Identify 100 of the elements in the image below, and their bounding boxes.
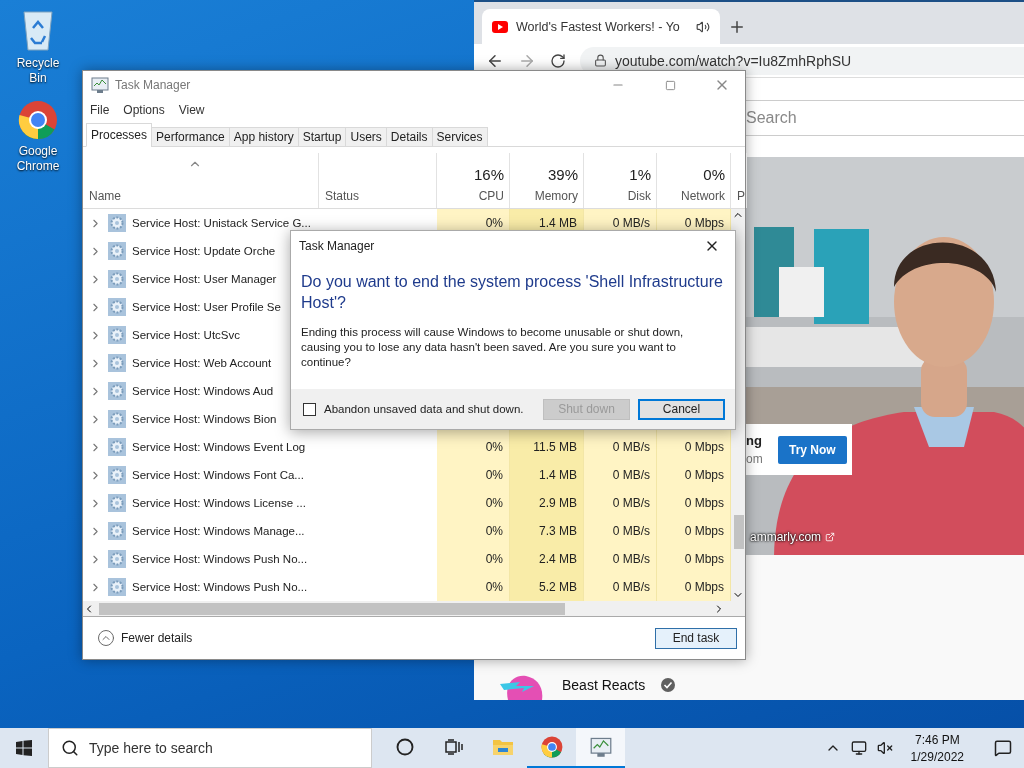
- gear-icon: [108, 522, 126, 540]
- table-cell: 0%: [437, 573, 510, 601]
- taskbar-search-field[interactable]: Type here to search: [48, 728, 372, 768]
- process-name: Service Host: Unistack Service G...: [132, 217, 311, 229]
- ad-subtitle: om: [746, 452, 764, 467]
- process-name: Service Host: Windows Push No...: [132, 553, 308, 565]
- process-name: Service Host: Windows Event Log: [132, 441, 306, 453]
- table-cell: 0 MB/s: [584, 461, 657, 489]
- process-name: Service Host: Windows License ...: [132, 497, 306, 509]
- end-task-button[interactable]: End task: [655, 627, 737, 649]
- gear-icon: [108, 410, 126, 428]
- process-name: Service Host: UtcSvc: [132, 329, 240, 341]
- table-cell: 0%: [437, 461, 510, 489]
- desktop-icon-label[interactable]: Google Chrome: [8, 144, 68, 174]
- try-now-button[interactable]: Try Now: [778, 435, 847, 464]
- checkbox-label[interactable]: Abandon unsaved data and shut down.: [324, 403, 535, 415]
- column-header[interactable]: 1% Disk: [584, 153, 657, 208]
- table-cell: 0 Mbps: [657, 461, 731, 489]
- table-cell: 0 MB/s: [584, 489, 657, 517]
- network-icon[interactable]: [850, 740, 867, 756]
- checkbox[interactable]: [303, 402, 316, 416]
- fewer-details-button[interactable]: Fewer details: [91, 628, 199, 648]
- speaker-icon[interactable]: [696, 19, 710, 34]
- youtube-icon: [492, 20, 508, 33]
- search-field[interactable]: Search: [746, 99, 1024, 136]
- tab[interactable]: Users: [345, 127, 387, 147]
- dialog-heading: Do you want to end the system process 'Shell Infrastructure Host'?: [301, 272, 723, 313]
- volume-muted-icon[interactable]: [876, 740, 893, 756]
- column-header[interactable]: 39% Memory: [510, 153, 584, 208]
- ad-title: ng: [746, 433, 763, 449]
- reload-icon[interactable]: [550, 52, 566, 69]
- process-name: Service Host: User Manager: [132, 273, 277, 285]
- table-cell: 0 Mbps: [657, 573, 731, 601]
- dialog-button[interactable]: Cancel: [638, 398, 725, 420]
- dialog-title: Task Manager: [299, 239, 375, 253]
- column-header[interactable]: Name: [83, 153, 319, 208]
- table-cell: 11.5 MB: [510, 433, 584, 461]
- desktop-icon-label[interactable]: Recycle Bin: [8, 56, 68, 86]
- tab[interactable]: Services: [431, 127, 488, 147]
- tab[interactable]: Startup: [297, 127, 347, 147]
- gear-icon: [108, 354, 126, 372]
- menu-item[interactable]: View: [178, 103, 205, 117]
- gear-icon: [108, 270, 126, 288]
- task-manager-icon: [91, 76, 109, 94]
- url-text: youtube.com/watch?v=Iu8ZmhRphSU: [615, 52, 852, 69]
- scrollbar-thumb[interactable]: [734, 515, 744, 549]
- gear-icon: [108, 494, 126, 512]
- process-name: Service Host: Windows Manage...: [132, 525, 305, 537]
- gear-icon: [108, 298, 126, 316]
- clock[interactable]: 7:46 PM 1/29/2022: [902, 732, 972, 764]
- table-cell: 0 Mbps: [657, 517, 731, 545]
- column-header[interactable]: Status: [319, 153, 437, 208]
- process-name: Service Host: Update Orche: [132, 245, 276, 257]
- gear-icon: [108, 550, 126, 568]
- window-title: Task Manager: [115, 78, 192, 92]
- table-cell: 0%: [437, 433, 510, 461]
- gear-icon: [108, 466, 126, 484]
- tab[interactable]: App history: [228, 127, 299, 147]
- tab[interactable]: Performance: [151, 127, 230, 147]
- table-cell: 0 Mbps: [657, 489, 731, 517]
- gear-icon: [108, 242, 126, 260]
- search-icon: [61, 739, 79, 757]
- column-header[interactable]: 0% Network: [657, 153, 731, 208]
- tab[interactable]: Processes: [86, 123, 153, 147]
- table-cell: 0 MB/s: [584, 573, 657, 601]
- table-cell: 0 MB/s: [584, 545, 657, 573]
- maximize-icon: [664, 79, 676, 91]
- windows-logo-icon: [16, 740, 32, 756]
- process-name: Service Host: Web Account: [132, 357, 272, 369]
- chrome-icon: [540, 736, 563, 758]
- address-bar[interactable]: youtube.com/watch?v=Iu8ZmhRphSU: [580, 46, 1024, 75]
- table-cell: 0 MB/s: [584, 433, 657, 461]
- table-cell: 5.2 MB: [510, 573, 584, 601]
- chrome-icon[interactable]: [18, 100, 58, 140]
- tab[interactable]: Details: [385, 127, 433, 147]
- browser-tab[interactable]: World's Fastest Workers! - Yo: [482, 9, 720, 45]
- table-cell: 1.4 MB: [510, 461, 584, 489]
- menu-item[interactable]: File: [90, 103, 110, 117]
- column-header[interactable]: 16% CPU: [437, 153, 510, 208]
- scrollbar-thumb[interactable]: [99, 603, 565, 615]
- menu-item[interactable]: Options: [123, 103, 165, 117]
- gear-icon: [108, 438, 126, 456]
- channel-name[interactable]: Beast Reacts: [562, 677, 646, 693]
- table-cell: 0%: [437, 545, 510, 573]
- notifications-icon: [994, 739, 1012, 757]
- collapse-icon: [97, 629, 115, 647]
- column-header[interactable]: P: [731, 153, 747, 208]
- table-cell: 7.3 MB: [510, 517, 584, 545]
- process-name: Service Host: User Profile Se: [132, 301, 281, 313]
- table-cell: 0 MB/s: [584, 517, 657, 545]
- folder-icon: [491, 738, 514, 756]
- gear-icon: [108, 326, 126, 344]
- gear-icon: [108, 578, 126, 596]
- table-cell: 0 Mbps: [657, 433, 731, 461]
- dialog-message: Ending this process will cause Windows to become unusable or shut down, causing you to lose any data hasn't been saved. Are you sure you want to continue?: [301, 325, 685, 370]
- task-view-icon: [444, 739, 463, 755]
- table-cell: 2.4 MB: [510, 545, 584, 573]
- process-name: Service Host: Windows Font Ca...: [132, 469, 304, 481]
- external-link-icon: [825, 532, 836, 543]
- table-cell: 0%: [437, 517, 510, 545]
